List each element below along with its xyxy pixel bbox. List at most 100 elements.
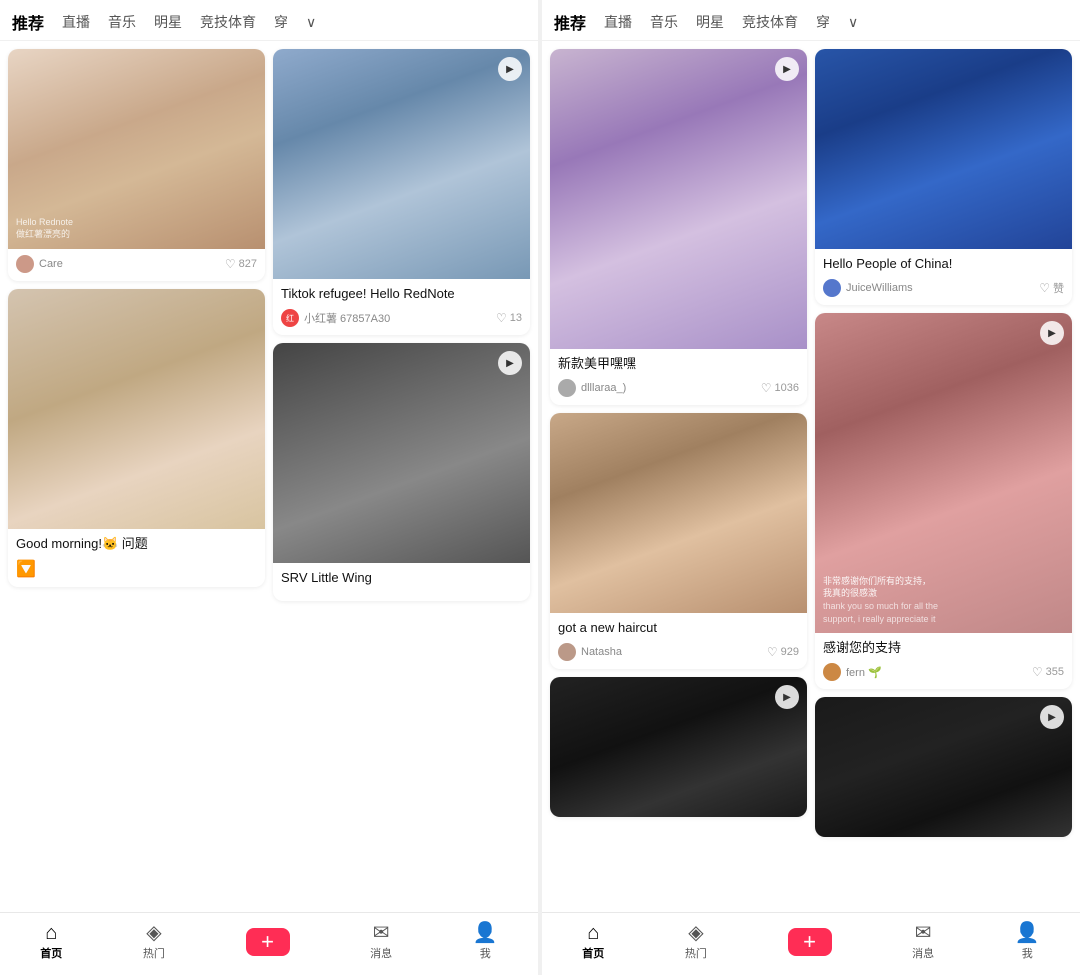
- author-name-fern: fern 🌱: [846, 666, 882, 679]
- play-button-dark1[interactable]: ▶: [775, 685, 799, 709]
- col-1-right: ▶ Tiktok refugee! Hello RedNote 红 小红薯 67…: [273, 49, 530, 601]
- nav-item-esports-1[interactable]: 竞技体育: [200, 12, 256, 32]
- bottom-nav-1: ⌂ 首页 ◈ 热门 + ✉ 消息 👤 我: [0, 912, 538, 975]
- nav-item-fashion-2[interactable]: 穿: [816, 12, 830, 32]
- card-likes-haircut: ♡ 929: [767, 645, 799, 659]
- play-button-guitar[interactable]: ▶: [498, 351, 522, 375]
- likes-count-haircut: 929: [781, 646, 799, 658]
- bottom-nav-home-1[interactable]: ⌂ 首页: [40, 923, 62, 961]
- avatar-fern: [823, 663, 841, 681]
- bottom-nav-add-1[interactable]: +: [246, 928, 290, 956]
- bottom-nav-2: ⌂ 首页 ◈ 热门 + ✉ 消息 👤 我: [542, 912, 1080, 975]
- card-author-girl2: 🔽: [16, 559, 36, 579]
- card-author-fern: fern 🌱: [823, 663, 882, 681]
- bottom-nav-messages-1[interactable]: ✉ 消息: [370, 923, 392, 961]
- card-title-srv: SRV Little Wing: [281, 569, 522, 587]
- content-scroll-1[interactable]: Hello Rednote做红薯漂亮的 Care ♡ 827: [0, 41, 538, 912]
- card-haircut[interactable]: got a new haircut Natasha ♡ 929: [550, 413, 807, 669]
- card-tiktok-refugee[interactable]: ▶ Tiktok refugee! Hello RedNote 红 小红薯 67…: [273, 49, 530, 335]
- card-info-guitar: SRV Little Wing: [273, 563, 530, 601]
- bottom-nav-hot-2[interactable]: ◈ 热门: [685, 923, 707, 961]
- nav-item-star-2[interactable]: 明星: [696, 12, 724, 32]
- card-meta-nail: dlllaraa_) ♡ 1036: [558, 379, 799, 397]
- card-img-man2: [815, 49, 1072, 249]
- play-button-man1[interactable]: ▶: [498, 57, 522, 81]
- bottom-nav-messages-label-2: 消息: [912, 945, 934, 961]
- card-title-nail: 新款美甲嘿嘿: [558, 355, 799, 373]
- zan-label: 赞: [1053, 280, 1064, 296]
- home-icon-1: ⌂: [45, 923, 57, 943]
- bottom-nav-profile-1[interactable]: 👤 我: [473, 923, 498, 961]
- avatar-dlllaraa: [558, 379, 576, 397]
- bottom-nav-add-2[interactable]: +: [788, 928, 832, 956]
- nav-more-1[interactable]: ∨: [306, 14, 316, 31]
- card-likes-girl1: ♡ 827: [225, 257, 257, 271]
- card-likes-china: ♡ 赞: [1039, 280, 1064, 296]
- card-thank-you[interactable]: ▶ 非常感谢你们所有的支持，我真的很感激thank you so much fo…: [815, 313, 1072, 689]
- author-name-natasha: Natasha: [581, 646, 622, 658]
- card-srv-guitar[interactable]: ▶ SRV Little Wing: [273, 343, 530, 601]
- card-meta-china: JuiceWilliams ♡ 赞: [823, 279, 1064, 297]
- masonry-grid-1: Hello Rednote做红薯漂亮的 Care ♡ 827: [0, 41, 538, 609]
- heart-icon-nail: ♡: [761, 381, 772, 395]
- col-1-left: Hello Rednote做红薯漂亮的 Care ♡ 827: [8, 49, 265, 601]
- bottom-nav-profile-label-2: 我: [1022, 945, 1033, 961]
- nav-more-2[interactable]: ∨: [848, 14, 858, 31]
- nav-item-live-2[interactable]: 直播: [604, 12, 632, 32]
- nav-item-music-2[interactable]: 音乐: [650, 12, 678, 32]
- author-name-care: Care: [39, 258, 63, 270]
- bottom-nav-home-label-1: 首页: [40, 945, 62, 961]
- phone-2: 推荐 直播 音乐 明星 竞技体育 穿 ∨ ▶ 新款美甲嘿嘿: [542, 0, 1080, 975]
- likes-count-thankyou: 355: [1046, 666, 1064, 678]
- heart-icon-china: ♡: [1039, 281, 1050, 295]
- card-title-china: Hello People of China!: [823, 255, 1064, 273]
- play-button-dark2[interactable]: ▶: [1040, 705, 1064, 729]
- bottom-nav-messages-2[interactable]: ✉ 消息: [912, 923, 934, 961]
- phone-1: 推荐 直播 音乐 明星 竞技体育 穿 ∨ Hello Rednote做红薯漂亮的: [0, 0, 538, 975]
- nav-item-star-1[interactable]: 明星: [154, 12, 182, 32]
- nav-item-recommended-1[interactable]: 推荐: [12, 10, 44, 34]
- card-author-girl1: Care: [16, 255, 63, 273]
- card-meta-girl1: Care ♡ 827: [16, 255, 257, 273]
- hot-icon-1: ◈: [146, 923, 161, 943]
- card-likes-nail: ♡ 1036: [761, 381, 799, 395]
- content-scroll-2[interactable]: ▶ 新款美甲嘿嘿 dlllaraa_) ♡ 1036: [542, 41, 1080, 912]
- profile-icon-1: 👤: [473, 923, 498, 943]
- card-girl-selfie[interactable]: Hello Rednote做红薯漂亮的 Care ♡ 827: [8, 49, 265, 281]
- nav-item-fashion-1[interactable]: 穿: [274, 12, 288, 32]
- bottom-nav-home-2[interactable]: ⌂ 首页: [582, 923, 604, 961]
- bottom-nav-home-label-2: 首页: [582, 945, 604, 961]
- play-button-nail[interactable]: ▶: [775, 57, 799, 81]
- bottom-nav-messages-label-1: 消息: [370, 945, 392, 961]
- card-nail-art[interactable]: ▶ 新款美甲嘿嘿 dlllaraa_) ♡ 1036: [550, 49, 807, 405]
- heart-icon-haircut: ♡: [767, 645, 778, 659]
- card-likes-thankyou: ♡ 355: [1032, 665, 1064, 679]
- add-button-2[interactable]: +: [788, 928, 832, 956]
- card-title-haircut: got a new haircut: [558, 619, 799, 637]
- likes-count-man1: 13: [510, 312, 522, 324]
- bottom-nav-hot-1[interactable]: ◈ 热门: [143, 923, 165, 961]
- card-likes-man1: ♡ 13: [496, 311, 522, 325]
- icon-arrow-down: 🔽: [16, 559, 36, 579]
- nav-item-recommended-2[interactable]: 推荐: [554, 10, 586, 34]
- card-info-girl1: Care ♡ 827: [8, 249, 265, 281]
- card-img-girl4: ▶ 非常感谢你们所有的支持，我真的很感激thank you so much fo…: [815, 313, 1072, 633]
- card-good-morning[interactable]: Good morning!🐱 问题 🔽: [8, 289, 265, 587]
- card-dark-video-2[interactable]: ▶: [815, 697, 1072, 837]
- nav-item-music-1[interactable]: 音乐: [108, 12, 136, 32]
- card-dark-video-1[interactable]: ▶: [550, 677, 807, 817]
- bottom-nav-profile-2[interactable]: 👤 我: [1015, 923, 1040, 961]
- profile-icon-2: 👤: [1015, 923, 1040, 943]
- card-info-china: Hello People of China! JuiceWilliams ♡ 赞: [815, 249, 1072, 305]
- nav-item-live-1[interactable]: 直播: [62, 12, 90, 32]
- card-info-nail: 新款美甲嘿嘿 dlllaraa_) ♡ 1036: [550, 349, 807, 405]
- add-button-1[interactable]: +: [246, 928, 290, 956]
- nav-item-esports-2[interactable]: 竞技体育: [742, 12, 798, 32]
- card-meta-man1: 红 小红薯 67857A30 ♡ 13: [281, 309, 522, 327]
- message-icon-1: ✉: [373, 923, 390, 943]
- card-hello-china[interactable]: Hello People of China! JuiceWilliams ♡ 赞: [815, 49, 1072, 305]
- subtitle-overlay: 非常感谢你们所有的支持，我真的很感激thank you so much for …: [823, 575, 1064, 625]
- card-author-haircut: Natasha: [558, 643, 622, 661]
- play-button-girl4[interactable]: ▶: [1040, 321, 1064, 345]
- likes-count-nail: 1036: [775, 382, 799, 394]
